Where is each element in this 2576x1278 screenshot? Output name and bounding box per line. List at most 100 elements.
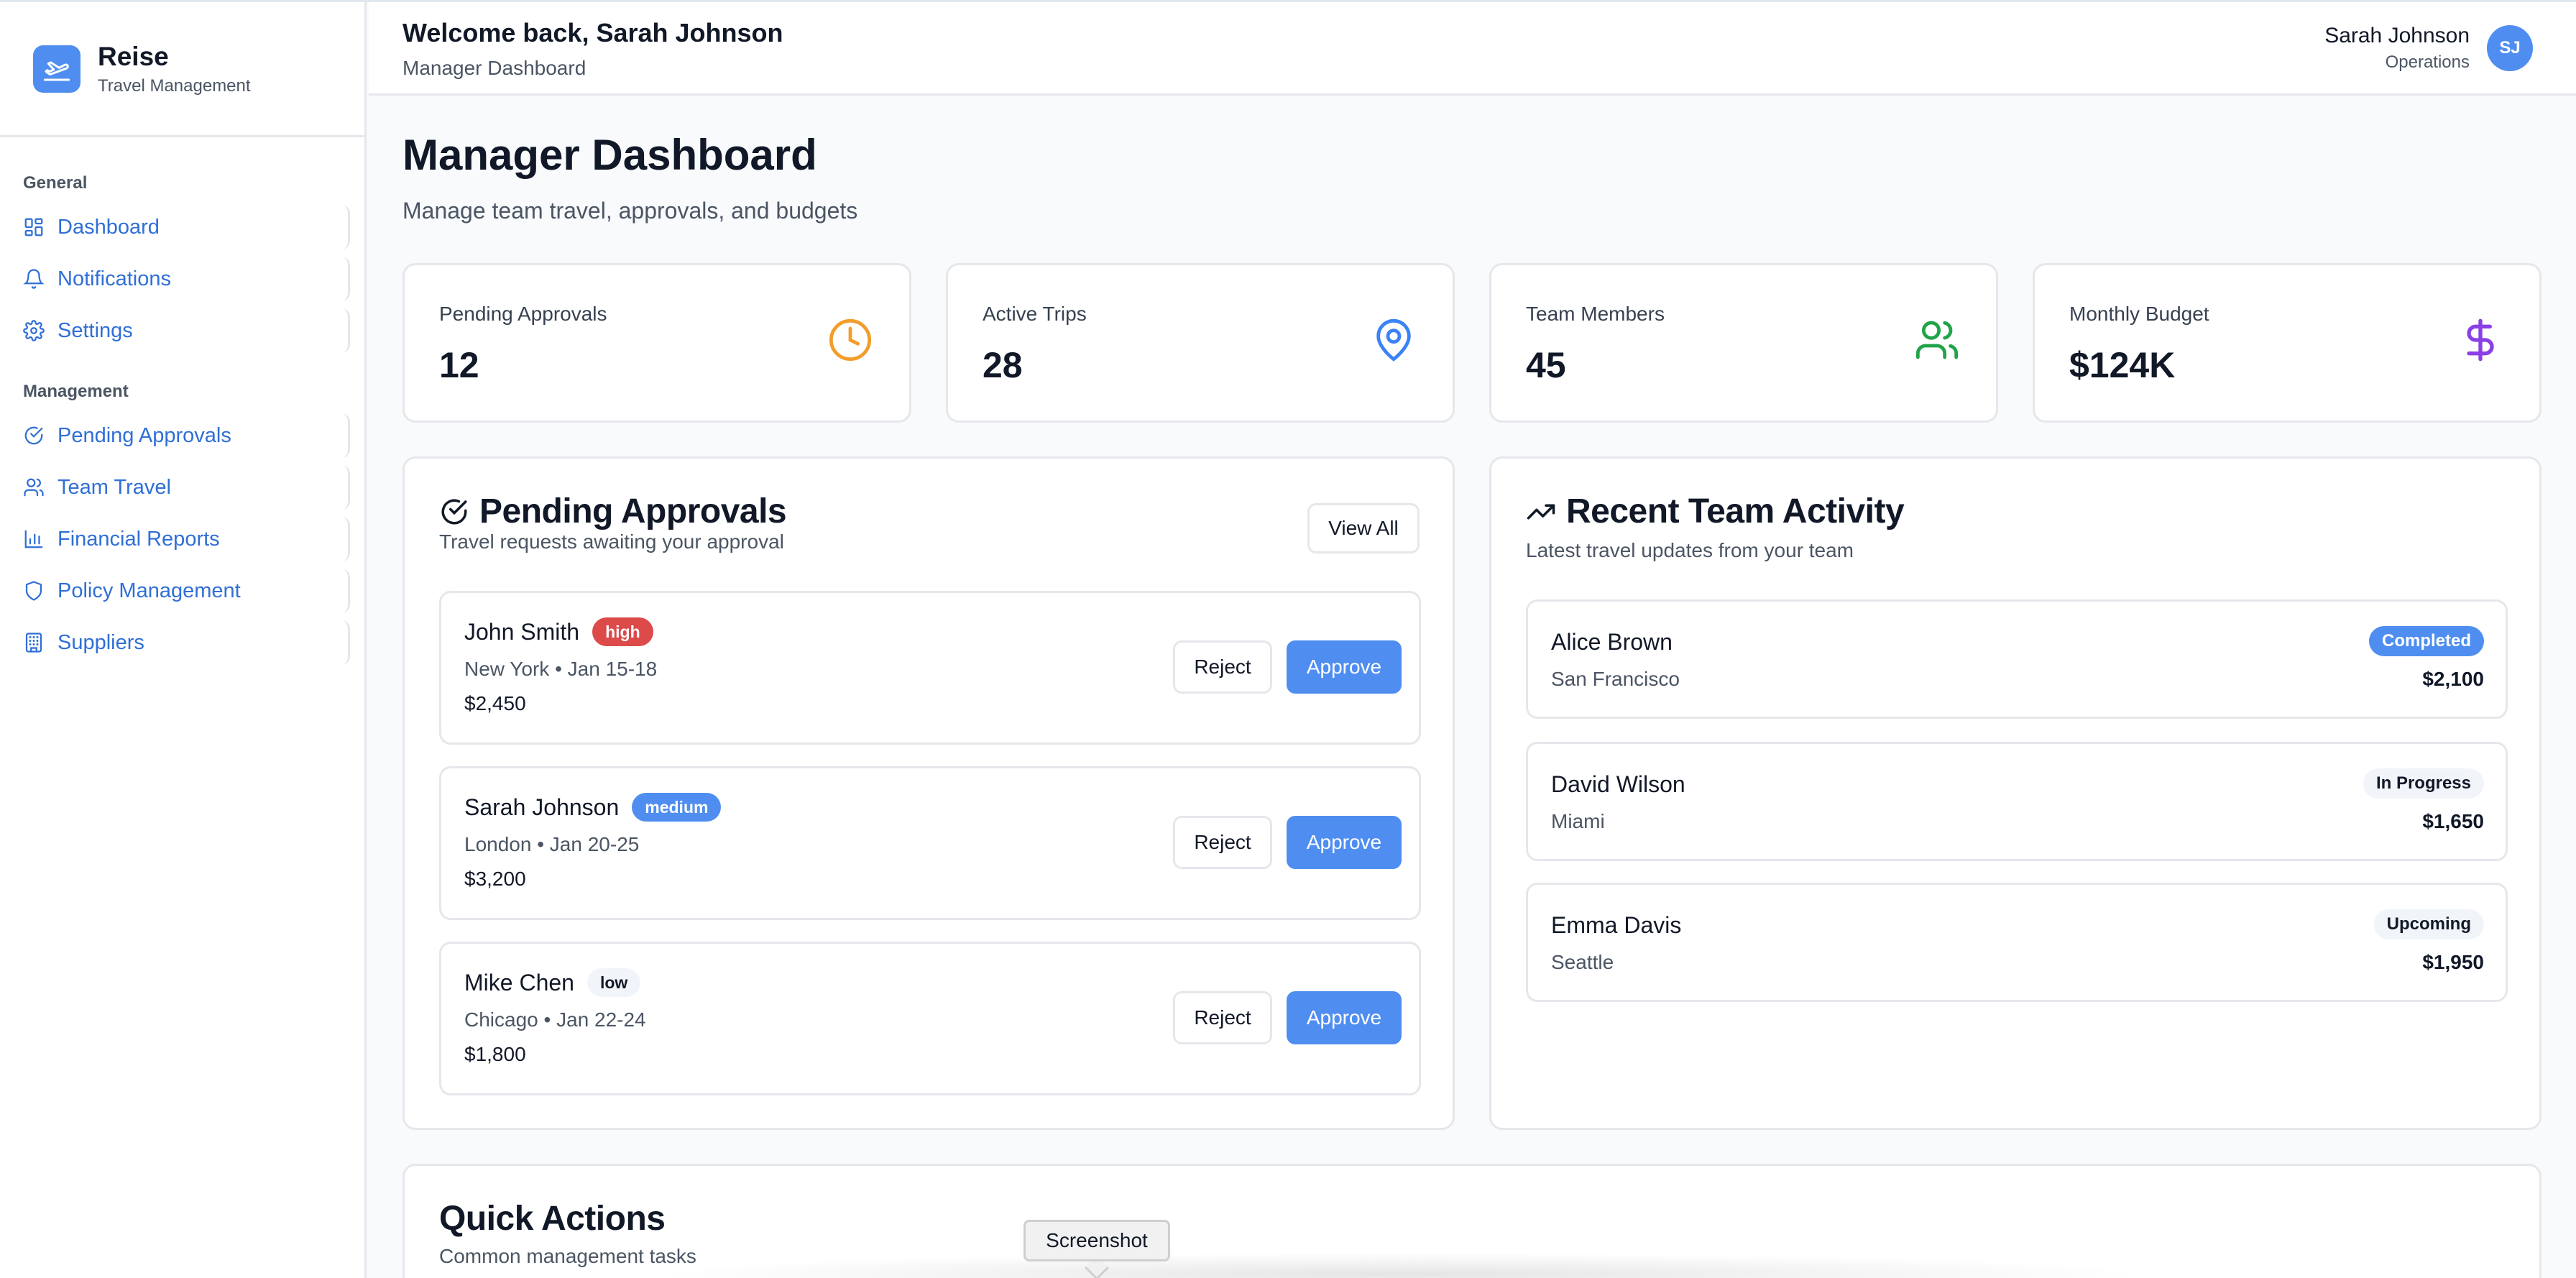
sidebar-item-label: Settings bbox=[58, 318, 133, 342]
nav-group-management: Management bbox=[23, 382, 129, 401]
page-title: Manager Dashboard bbox=[402, 131, 817, 179]
view-all-button[interactable]: View All bbox=[1307, 503, 1420, 553]
screenshot-overlay-shadow bbox=[647, 1253, 2156, 1278]
trip-cost: $1,950 bbox=[2422, 951, 2484, 973]
activity-item[interactable]: David Wilson Miami In Progress $1,650 bbox=[1526, 742, 2508, 861]
sidebar-item-label: Dashboard bbox=[58, 215, 160, 239]
section-title-text: Pending Approvals bbox=[479, 492, 787, 530]
priority-badge: medium bbox=[632, 793, 722, 822]
map-pin-icon bbox=[1376, 318, 1411, 362]
trip-cost: $1,650 bbox=[2422, 810, 2484, 832]
approve-button[interactable]: Approve bbox=[1287, 640, 1402, 694]
approve-button[interactable]: Approve bbox=[1287, 816, 1402, 869]
requester-name-text: John Smith bbox=[464, 618, 580, 645]
stat-value: 28 bbox=[983, 345, 1023, 385]
stat-label: Team Members bbox=[1526, 303, 1665, 325]
stat-card-pending-approvals: Pending Approvals 12 bbox=[402, 263, 911, 423]
requester-name-text: Mike Chen bbox=[464, 969, 574, 996]
trip-location: San Francisco bbox=[1551, 668, 1680, 690]
requester-name: Sarah Johnson medium bbox=[464, 793, 722, 822]
building-icon bbox=[25, 633, 42, 653]
sidebar-item-suppliers[interactable]: Suppliers bbox=[0, 620, 350, 665]
priority-badge: low bbox=[586, 968, 641, 997]
sidebar-item-label: Suppliers bbox=[58, 630, 144, 654]
sidebar-item-team-travel[interactable]: Team Travel bbox=[0, 465, 350, 510]
stat-label: Active Trips bbox=[983, 303, 1087, 325]
sidebar-item-settings[interactable]: Settings bbox=[0, 308, 350, 353]
sidebar-item-label: Pending Approvals bbox=[58, 423, 231, 447]
bar-chart-icon bbox=[24, 530, 43, 548]
requester-name: John Smith high bbox=[464, 617, 653, 646]
brand[interactable]: Reise Travel Management bbox=[0, 2, 364, 137]
page-subtitle: Manage team travel, approvals, and budge… bbox=[402, 198, 858, 224]
activity-item[interactable]: Alice Brown San Francisco Completed $2,1… bbox=[1526, 599, 2508, 719]
stat-card-monthly-budget: Monthly Budget $124K bbox=[2033, 263, 2542, 423]
stat-value: 45 bbox=[1526, 345, 1566, 385]
trip-cost: $2,450 bbox=[464, 692, 526, 714]
check-circle-icon bbox=[24, 426, 43, 445]
recent-activity-panel: Recent Team Activity Latest travel updat… bbox=[1489, 456, 2542, 1130]
sidebar-item-notifications[interactable]: Notifications bbox=[0, 257, 350, 301]
welcome-text: Welcome back, Sarah Johnson bbox=[402, 18, 783, 47]
sidebar-item-financial-reports[interactable]: Financial Reports bbox=[0, 517, 350, 561]
trip-cost: $1,800 bbox=[464, 1043, 526, 1065]
stat-value: $124K bbox=[2069, 345, 2176, 385]
shield-icon bbox=[25, 581, 42, 601]
check-circle-icon bbox=[441, 499, 467, 524]
sidebar: Reise Travel Management General Dashboar… bbox=[0, 2, 367, 1278]
sidebar-item-dashboard[interactable]: Dashboard bbox=[0, 205, 350, 249]
sidebar-item-pending-approvals[interactable]: Pending Approvals bbox=[0, 413, 350, 458]
screenshot-tooltip: Screenshot bbox=[1024, 1220, 1170, 1261]
stat-label: Pending Approvals bbox=[439, 303, 607, 325]
status-badge: In Progress bbox=[2363, 768, 2484, 799]
sidebar-item-label: Notifications bbox=[58, 267, 171, 290]
traveler-name: Emma Davis bbox=[1551, 912, 1682, 938]
recent-activity-title: Recent Team Activity bbox=[1526, 492, 1905, 531]
stat-value: 12 bbox=[439, 345, 479, 385]
requester-name: Mike Chen low bbox=[464, 968, 641, 997]
bell-icon bbox=[23, 269, 45, 289]
status-badge: Upcoming bbox=[2373, 909, 2484, 939]
reject-button[interactable]: Reject bbox=[1173, 991, 1272, 1044]
brand-subtitle: Travel Management bbox=[98, 75, 251, 96]
pending-approvals-panel: Pending Approvals Travel requests awaiti… bbox=[402, 456, 1455, 1130]
status-badge: Completed bbox=[2368, 626, 2484, 656]
trip-location: Seattle bbox=[1551, 951, 1614, 973]
pending-approvals-title: Pending Approvals bbox=[439, 492, 787, 531]
users-icon bbox=[24, 478, 44, 497]
priority-badge: high bbox=[592, 617, 653, 646]
clock-icon bbox=[829, 318, 872, 362]
user-menu[interactable]: Sarah Johnson Operations SJ bbox=[2324, 24, 2533, 73]
trip-details: New York • Jan 15-18 bbox=[464, 658, 658, 680]
user-role: Operations bbox=[2385, 52, 2470, 72]
avatar[interactable]: SJ bbox=[2487, 25, 2533, 71]
approve-button[interactable]: Approve bbox=[1287, 991, 1402, 1044]
dashboard-icon bbox=[24, 218, 43, 236]
reject-button[interactable]: Reject bbox=[1173, 816, 1272, 869]
approval-request-card: Mike Chen low Chicago • Jan 22-24 $1,800… bbox=[439, 942, 1421, 1095]
traveler-name: Alice Brown bbox=[1551, 629, 1673, 655]
dollar-icon bbox=[2467, 318, 2494, 362]
trip-cost: $3,200 bbox=[464, 868, 526, 890]
brand-name: Reise bbox=[98, 41, 169, 71]
reject-button[interactable]: Reject bbox=[1173, 640, 1272, 694]
user-name: Sarah Johnson bbox=[2324, 24, 2470, 47]
trending-up-icon bbox=[1527, 504, 1555, 519]
sidebar-item-label: Team Travel bbox=[58, 475, 171, 499]
users-icon bbox=[1915, 321, 1959, 359]
section-title-text: Recent Team Activity bbox=[1566, 492, 1905, 530]
stat-card-team-members: Team Members 45 bbox=[1489, 263, 1998, 423]
header-subtitle: Manager Dashboard bbox=[402, 57, 586, 79]
requester-name-text: Sarah Johnson bbox=[464, 794, 620, 820]
trip-details: London • Jan 20-25 bbox=[464, 833, 640, 855]
sidebar-item-policy-management[interactable]: Policy Management bbox=[0, 569, 350, 613]
stat-card-active-trips: Active Trips 28 bbox=[946, 263, 1455, 423]
activity-item[interactable]: Emma Davis Seattle Upcoming $1,950 bbox=[1526, 883, 2508, 1002]
gear-icon bbox=[23, 320, 45, 341]
pending-approvals-subtitle: Travel requests awaiting your approval bbox=[439, 530, 784, 553]
approval-request-card: Sarah Johnson medium London • Jan 20-25 … bbox=[439, 766, 1421, 920]
sidebar-item-label: Policy Management bbox=[58, 579, 241, 602]
nav-group-general: General bbox=[23, 173, 88, 193]
trip-location: Miami bbox=[1551, 810, 1605, 832]
quick-actions-title: Quick Actions bbox=[439, 1200, 666, 1238]
